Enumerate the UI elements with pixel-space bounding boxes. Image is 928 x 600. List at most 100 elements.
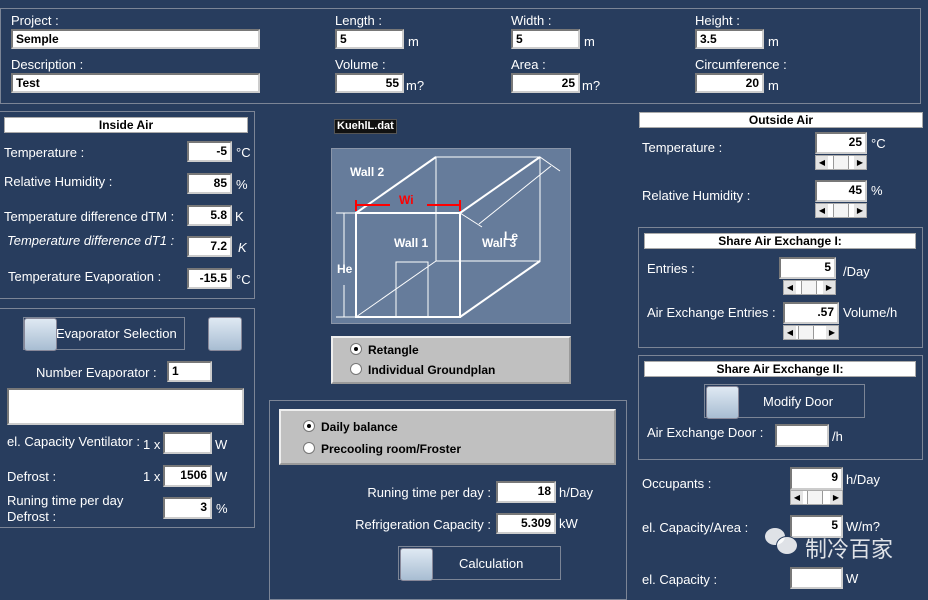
outside-rh-input[interactable]: 45 (815, 180, 867, 202)
inside-rh-label: Relative Humidity : (4, 174, 113, 189)
run-defrost-label-2: Defrost : (7, 509, 57, 524)
inside-rh-input[interactable]: 85 (187, 173, 232, 194)
outside-temp-input[interactable]: 25 (815, 132, 867, 154)
project-label: Project : (11, 13, 59, 28)
circumference-field: 20 (695, 73, 764, 93)
air-exchange-entries-label: Air Exchange Entries : (647, 305, 776, 320)
height-input[interactable]: 3.5 (695, 29, 764, 49)
wall1-label: Wall 1 (394, 236, 429, 250)
radio-icon (350, 363, 362, 375)
building-icon-button[interactable] (208, 317, 242, 351)
air-exchange-entries-input[interactable]: .57 (783, 302, 839, 324)
el-capacity-input[interactable] (790, 567, 843, 589)
air-exchange-entries-unit: Volume/h (843, 305, 898, 320)
run-defrost-input[interactable]: 3 (163, 497, 212, 519)
el-capacity-label: el. Capacity : (642, 572, 718, 587)
groundplan-group: Retangle Individual Groundplan (331, 336, 571, 384)
defrost-unit: W (215, 469, 228, 484)
inside-temp-input[interactable]: -5 (187, 141, 232, 162)
refrigeration-capacity-field: 5.309 (496, 513, 556, 534)
outside-air-header: Outside Air (639, 112, 923, 128)
run-defrost-unit: % (216, 501, 228, 516)
el-capacity-unit: W (846, 571, 859, 586)
area-label: Area : (511, 57, 546, 72)
occupants-unit: h/Day (846, 472, 880, 487)
evaporator-selection-button[interactable]: Evaporator Selection (23, 317, 185, 351)
run-time-input[interactable]: 18 (496, 481, 556, 503)
air-exchange-door-input[interactable] (775, 424, 829, 447)
occupants-label: Occupants : (642, 476, 712, 491)
radio-individual-label: Individual Groundplan (368, 363, 496, 377)
dtm-label: Temperature difference dTM : (4, 209, 175, 224)
modify-door-button[interactable]: Modify Door (704, 384, 865, 419)
evaporator-selection-label: Evaporator Selection (56, 326, 177, 341)
door-settings-icon (706, 386, 739, 419)
outside-rh-scrollbar[interactable]: ◀ ▶ (815, 203, 867, 218)
balance-group: Daily balance Precooling room/Froster (279, 409, 616, 465)
area-field: 25 (511, 73, 580, 93)
modify-door-label: Modify Door (763, 394, 834, 409)
outside-rh-unit: % (871, 183, 883, 198)
description-input[interactable]: Test (11, 73, 260, 93)
entries-input[interactable]: 5 (779, 257, 836, 279)
length-input[interactable]: 5 (335, 29, 404, 49)
evap-temp-label: Temperature Evaporation : (8, 269, 162, 284)
calculation-button[interactable]: Calculation (398, 546, 561, 581)
dt1-label: Temperature difference dT1 : (7, 233, 175, 248)
wall2-label: Wall 2 (350, 165, 385, 179)
dtm-input[interactable]: 5.8 (187, 205, 232, 226)
circumference-unit: m (768, 78, 779, 93)
refrigeration-capacity-unit: kW (559, 516, 578, 531)
evaporator-description-field (7, 388, 244, 425)
share-2-header: Share Air Exchange II: (644, 361, 916, 377)
run-time-unit: h/Day (559, 485, 593, 500)
description-label: Description : (11, 57, 84, 72)
capacity-area-label: el. Capacity/Area : (642, 520, 749, 535)
entries-scrollbar[interactable]: ◀ ▶ (783, 280, 836, 295)
length-unit: m (408, 34, 419, 49)
height-unit: m (768, 34, 779, 49)
magnifier-icon (24, 318, 57, 351)
outside-temp-unit: °C (871, 136, 886, 151)
watermark-text: 制冷百家 (805, 538, 894, 563)
defrost-mult: 1 x (143, 469, 161, 484)
volume-unit: m? (406, 78, 425, 93)
radio-individual-groundplan[interactable]: Individual Groundplan (350, 363, 495, 377)
refrigeration-capacity-label: Refrigeration Capacity : (355, 517, 491, 532)
outside-temp-scrollbar[interactable]: ◀ ▶ (815, 155, 867, 170)
radio-precooling[interactable]: Precooling room/Froster (303, 442, 461, 456)
circumference-label: Circumference : (695, 57, 787, 72)
inside-rh-unit: % (236, 177, 248, 192)
occupants-input[interactable]: 9 (790, 467, 843, 490)
air-exchange-entries-scrollbar[interactable]: ◀ ▶ (783, 325, 839, 340)
occupants-scrollbar[interactable]: ◀ ▶ (790, 490, 843, 505)
vent-input[interactable] (163, 432, 212, 454)
vent-label: el. Capacity Ventilator : (7, 434, 140, 449)
room-diagram-svg: Wall 2 Wall 1 Wall 3 Wi Le He (336, 156, 561, 318)
radio-retangle-label: Retangle (368, 343, 419, 357)
room-diagram: Wall 2 Wall 1 Wall 3 Wi Le He (331, 148, 571, 324)
dt1-input[interactable]: 7.2 (187, 236, 232, 257)
width-input[interactable]: 5 (511, 29, 580, 49)
air-exchange-door-unit: /h (832, 429, 843, 444)
length-label: Length : (335, 13, 382, 28)
run-time-label: Runing time per day : (367, 485, 491, 500)
defrost-input[interactable]: 1506 (163, 465, 212, 487)
vent-unit: W (215, 437, 228, 452)
height-label: Height : (695, 13, 740, 28)
width-unit: m (584, 34, 595, 49)
inside-temp-unit: °C (236, 145, 251, 160)
number-evaporator-input[interactable]: 1 (167, 361, 212, 382)
outside-temp-label: Temperature : (642, 140, 723, 155)
project-input[interactable]: Semple (11, 29, 260, 49)
entries-unit: /Day (843, 264, 870, 279)
inside-air-header: Inside Air (4, 117, 248, 133)
defrost-label: Defrost : (7, 469, 57, 484)
radio-daily-label: Daily balance (321, 420, 398, 434)
le-label: Le (504, 229, 518, 243)
calculator-icon (400, 548, 433, 581)
file-name: KuehlL.dat (334, 119, 397, 134)
evap-temp-input[interactable]: -15.5 (187, 268, 232, 289)
radio-retangle[interactable]: Retangle (350, 343, 419, 357)
radio-daily-balance[interactable]: Daily balance (303, 420, 398, 434)
